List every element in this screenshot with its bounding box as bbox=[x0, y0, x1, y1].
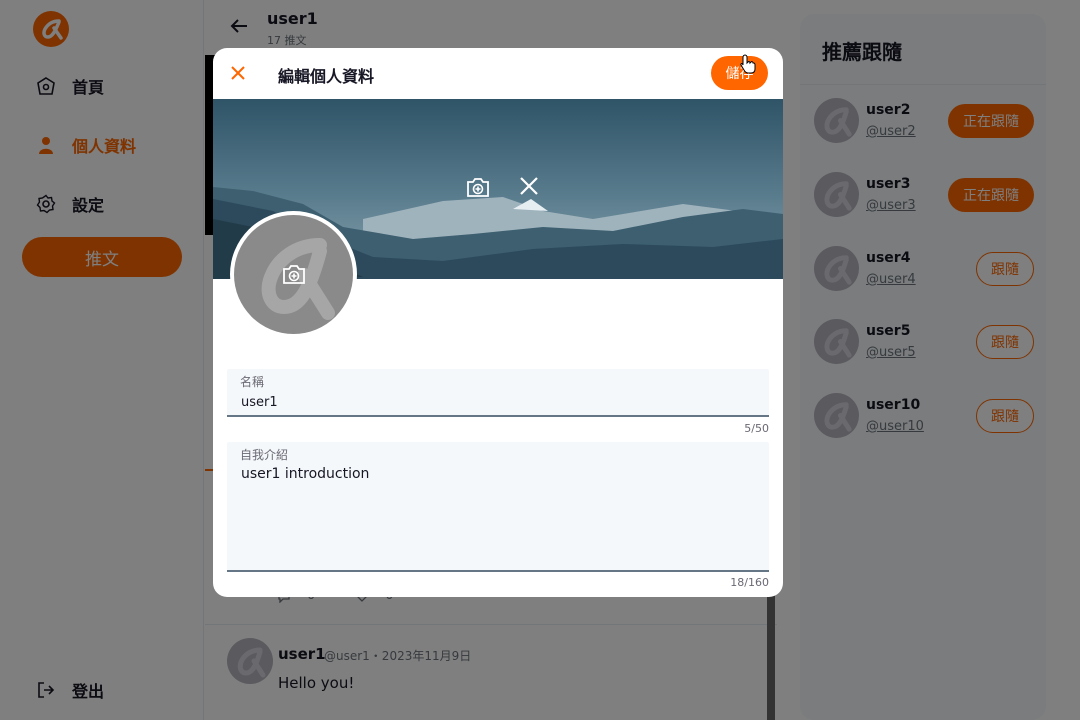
remove-cover-icon[interactable] bbox=[519, 176, 539, 196]
name-field-label: 名稱 bbox=[240, 375, 265, 389]
avatar-editor[interactable] bbox=[230, 211, 357, 338]
bio-field[interactable]: 自我介紹 user1 introduction bbox=[227, 442, 769, 572]
hand-cursor-icon bbox=[740, 54, 756, 74]
name-char-counter: 5/50 bbox=[744, 422, 769, 435]
bio-char-counter: 18/160 bbox=[730, 576, 769, 589]
camera-plus-icon[interactable] bbox=[282, 263, 306, 285]
modal-title: 編輯個人資料 bbox=[278, 67, 375, 86]
camera-plus-icon[interactable] bbox=[466, 176, 490, 198]
close-icon[interactable] bbox=[230, 65, 246, 81]
bio-textarea[interactable]: user1 introduction bbox=[241, 466, 369, 482]
edit-profile-modal: 編輯個人資料 儲存 名稱 user1 5/50 自我介紹 user1 intro… bbox=[213, 48, 783, 597]
name-input[interactable]: user1 bbox=[241, 395, 278, 410]
name-field[interactable]: 名稱 user1 bbox=[227, 369, 769, 417]
bio-field-label: 自我介紹 bbox=[240, 448, 289, 462]
avatar bbox=[234, 215, 353, 334]
